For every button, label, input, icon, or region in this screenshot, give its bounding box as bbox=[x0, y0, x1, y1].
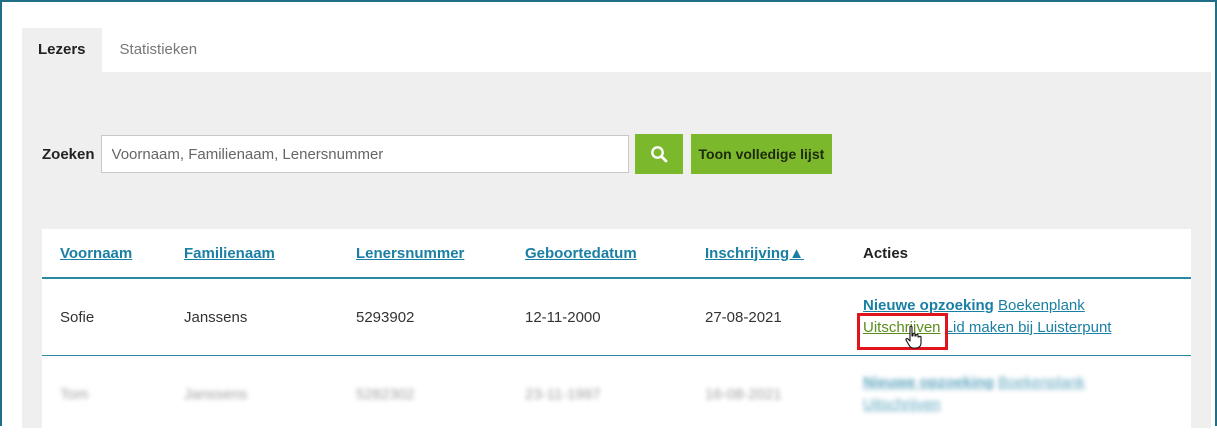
column-header-acties: Acties bbox=[863, 244, 909, 262]
column-header-voornaam[interactable]: Voornaam bbox=[60, 245, 132, 262]
column-header-familienaam[interactable]: Familienaam bbox=[184, 245, 275, 262]
cell-inschrijving: 16-08-2021 bbox=[705, 385, 782, 403]
cell-voornaam: Tom bbox=[60, 385, 89, 403]
cell-acties: Nieuwe opzoeking Boekenplank Uitschrijve… bbox=[863, 279, 1111, 355]
readers-table: Voornaam Familienaam Lenersnummer Geboor… bbox=[42, 229, 1191, 432]
tab-bar: Lezers Statistieken bbox=[22, 28, 213, 72]
make-member-link[interactable]: Lid maken bij Luisterpunt bbox=[945, 319, 1112, 336]
bookshelf-link[interactable]: Boekenplank bbox=[998, 297, 1085, 314]
search-label: Zoeken bbox=[42, 145, 95, 163]
full-list-button[interactable]: Toon volledige lijst bbox=[690, 134, 833, 174]
cell-lenersnummer: 5282302 bbox=[356, 385, 415, 403]
column-header-lenersnummer[interactable]: Lenersnummer bbox=[356, 245, 464, 262]
unsubscribe-link[interactable]: Uitschrijven bbox=[863, 319, 941, 336]
search-button[interactable] bbox=[634, 134, 683, 174]
column-header-geboortedatum[interactable]: Geboortedatum bbox=[525, 245, 637, 262]
new-search-link[interactable]: Nieuwe opzoeking bbox=[863, 297, 994, 314]
content-panel: Zoeken Toon volledige lijst Voornaam Fam… bbox=[22, 72, 1211, 432]
cell-voornaam: Sofie bbox=[60, 308, 95, 326]
cell-acties: Nieuwe opzoeking Boekenplank Uitschrijve… bbox=[863, 356, 1085, 432]
tab-statistieken[interactable]: Statistieken bbox=[102, 28, 214, 72]
tab-lezers[interactable]: Lezers bbox=[22, 28, 102, 72]
table-row: Sofie Janssens 5293902 12-11-2000 27-08-… bbox=[42, 279, 1191, 356]
table-row: Tom Janssens 5282302 23-11-1997 16-08-20… bbox=[42, 356, 1191, 432]
column-header-inschrijving[interactable]: Inschrijving▲ bbox=[705, 245, 804, 262]
search-icon bbox=[650, 146, 667, 163]
hand-cursor-icon bbox=[905, 325, 922, 349]
new-search-link[interactable]: Nieuwe opzoeking bbox=[863, 374, 994, 391]
cell-inschrijving: 27-08-2021 bbox=[705, 308, 782, 326]
cell-familienaam: Janssens bbox=[184, 385, 248, 403]
cell-geboortedatum: 23-11-1997 bbox=[525, 385, 601, 403]
app-frame: Lezers Statistieken Zoeken Toon volledig… bbox=[0, 0, 1217, 432]
table-header-row: Voornaam Familienaam Lenersnummer Geboor… bbox=[42, 229, 1191, 279]
unsubscribe-link[interactable]: Uitschrijven bbox=[863, 396, 941, 413]
search-input[interactable] bbox=[100, 135, 629, 173]
cell-geboortedatum: 12-11-2000 bbox=[525, 308, 601, 326]
bookshelf-link[interactable]: Boekenplank bbox=[998, 374, 1085, 391]
cell-familienaam: Janssens bbox=[184, 308, 248, 326]
search-bar: Zoeken Toon volledige lijst bbox=[42, 134, 833, 174]
cell-lenersnummer: 5293902 bbox=[356, 308, 415, 326]
